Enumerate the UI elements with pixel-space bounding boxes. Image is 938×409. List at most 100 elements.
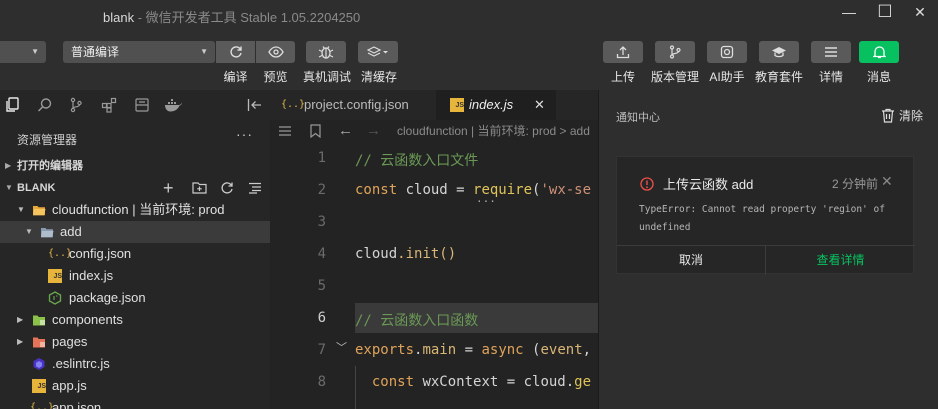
line-number: 5 bbox=[317, 278, 326, 294]
project-section[interactable]: ▼ BLANK + bbox=[0, 177, 270, 199]
breadcrumb-path: cloudfunction | 当前环境: prod > add bbox=[397, 124, 590, 138]
tree-item-package-json[interactable]: package.json bbox=[0, 287, 270, 309]
tree-item-add[interactable]: ▼ add bbox=[0, 221, 270, 243]
collapse-sidebar-icon[interactable] bbox=[246, 96, 264, 114]
clear-cache-label: 清缓存 bbox=[360, 70, 397, 84]
tree-item-eslintrc[interactable]: .eslintrc.js bbox=[0, 353, 270, 375]
js-file-icon: JS bbox=[32, 379, 46, 393]
line-number: 6 bbox=[317, 310, 326, 326]
tree-item-label: cloudfunction | 当前环境: prod bbox=[52, 202, 225, 217]
close-tab-icon[interactable]: ✕ bbox=[534, 90, 545, 120]
list-icon[interactable] bbox=[278, 126, 292, 136]
docker-icon[interactable] bbox=[163, 96, 185, 114]
dismiss-notification-icon[interactable]: ✕ bbox=[881, 173, 893, 190]
line-number: 8 bbox=[317, 374, 326, 390]
files-icon[interactable] bbox=[4, 96, 22, 114]
notification-title: 通知中心 bbox=[616, 112, 660, 124]
back-arrow-icon[interactable]: ← bbox=[338, 120, 353, 142]
trash-icon bbox=[882, 108, 894, 123]
js-file-icon: JS bbox=[450, 98, 464, 112]
tree-item-app-json[interactable]: {..} app.json bbox=[0, 397, 270, 409]
open-editors-label: 打开的编辑器 bbox=[17, 160, 83, 172]
version-label: 版本管理 bbox=[650, 70, 699, 84]
clear-cache-button[interactable] bbox=[358, 41, 398, 63]
view-details-button[interactable]: 查看详情 bbox=[766, 246, 915, 275]
storage-icon[interactable] bbox=[133, 96, 151, 114]
folder-icon bbox=[33, 315, 45, 326]
minimize-button[interactable]: — bbox=[838, 4, 860, 24]
tree-item-pages[interactable]: ▶ pages bbox=[0, 331, 270, 353]
notification-actions: 取消 查看详情 bbox=[617, 245, 915, 275]
layers-icon bbox=[367, 46, 388, 57]
window-subtitle: - 微信开发者工具 Stable 1.05.2204250 bbox=[134, 10, 361, 25]
notification-message: TypeError: Cannot read property 'region'… bbox=[639, 204, 885, 233]
tree-item-config-json[interactable]: {..} config.json bbox=[0, 243, 270, 265]
tree-item-label: app.js bbox=[52, 378, 87, 393]
tree-item-label: .eslintrc.js bbox=[52, 356, 110, 371]
details-button[interactable] bbox=[811, 41, 851, 63]
more-icon[interactable]: ··· bbox=[236, 126, 253, 142]
tab-index-js[interactable]: JS index.js ✕ bbox=[436, 90, 556, 120]
bug-icon bbox=[318, 46, 334, 59]
compile-mode-select[interactable]: 普通编译 ▼ bbox=[63, 41, 215, 63]
forward-arrow-icon[interactable]: → bbox=[366, 120, 381, 142]
code-editor[interactable]: 1 2 3 4 5 6 7 8 ﹀ // 云函数入口文件 const cloud… bbox=[270, 142, 598, 409]
extensions-icon[interactable] bbox=[100, 96, 118, 114]
tree-item-index-js[interactable]: JS index.js bbox=[0, 265, 270, 287]
preview-label: 预览 bbox=[263, 70, 288, 84]
editor-tabs: {..} project.config.json JS index.js ✕ bbox=[270, 90, 598, 120]
tree-item-label: package.json bbox=[69, 290, 146, 305]
upload-icon bbox=[616, 46, 630, 59]
upload-button[interactable] bbox=[603, 41, 643, 63]
compile-button[interactable] bbox=[216, 41, 255, 63]
tree-item-cloudfunction[interactable]: ▼ cloudfunction | 当前环境: prod bbox=[0, 199, 270, 221]
real-debug-button[interactable] bbox=[306, 41, 346, 63]
close-button[interactable]: ✕ bbox=[909, 4, 931, 24]
notification-header: 上传云函数 add bbox=[640, 174, 753, 193]
line-number: 4 bbox=[317, 246, 326, 262]
open-editors-section[interactable]: ▶ 打开的编辑器 bbox=[0, 155, 270, 177]
messages-button[interactable] bbox=[859, 41, 899, 63]
branch-icon bbox=[669, 45, 681, 59]
ai-assistant-button[interactable] bbox=[707, 41, 747, 63]
version-button[interactable] bbox=[655, 41, 695, 63]
graduation-cap-icon bbox=[772, 47, 786, 58]
compile-label: 编译 bbox=[223, 70, 248, 84]
ai-label: AI助手 bbox=[709, 70, 745, 84]
line-number: 1 bbox=[317, 150, 326, 166]
tree-item-components[interactable]: ▶ components bbox=[0, 309, 270, 331]
refresh-explorer-icon[interactable] bbox=[220, 181, 234, 195]
tab-label: index.js bbox=[469, 97, 514, 112]
tree-item-app-js[interactable]: JS app.js bbox=[0, 375, 270, 397]
bookmark-icon[interactable] bbox=[310, 124, 321, 138]
chevron-down-icon: ▼ bbox=[5, 183, 13, 192]
folder-open-icon bbox=[41, 228, 54, 238]
mode-select[interactable]: ▼ bbox=[0, 41, 46, 63]
chevron-down-icon: ▼ bbox=[17, 205, 25, 214]
folder-icon bbox=[33, 337, 45, 348]
new-file-icon[interactable]: + bbox=[163, 177, 174, 199]
clear-notifications-button[interactable]: 清除 bbox=[881, 107, 923, 124]
menu-icon bbox=[825, 47, 837, 57]
tree-item-label: pages bbox=[52, 334, 88, 349]
line-number: 2 bbox=[317, 182, 326, 198]
source-control-icon[interactable] bbox=[67, 96, 85, 114]
eye-icon bbox=[267, 46, 284, 58]
real-debug-label: 真机调试 bbox=[302, 70, 351, 84]
new-folder-icon[interactable] bbox=[192, 181, 207, 194]
fold-chevron-icon[interactable]: ﹀ bbox=[336, 339, 347, 355]
education-button[interactable] bbox=[759, 41, 799, 63]
compile-mode-value: 普通编译 bbox=[71, 45, 120, 59]
maximize-button[interactable]: ☐ bbox=[874, 2, 896, 22]
window-title: blank - 微信开发者工具 Stable 1.05.2204250 bbox=[103, 10, 361, 25]
ide-window: blank - 微信开发者工具 Stable 1.05.2204250 — ☐ … bbox=[0, 0, 938, 409]
notification-center: 通知中心 清除 上传云函数 add 2 分钟前 ✕ TypeError: Can… bbox=[598, 90, 938, 409]
collapse-all-icon[interactable] bbox=[248, 182, 262, 194]
cancel-button[interactable]: 取消 bbox=[617, 246, 766, 275]
tab-project-config[interactable]: {..} project.config.json bbox=[270, 90, 436, 120]
preview-button[interactable] bbox=[256, 41, 295, 63]
search-icon[interactable] bbox=[36, 96, 54, 114]
js-file-icon: JS bbox=[48, 269, 62, 283]
tree-item-label: config.json bbox=[69, 246, 132, 261]
eslint-file-icon bbox=[33, 358, 45, 370]
